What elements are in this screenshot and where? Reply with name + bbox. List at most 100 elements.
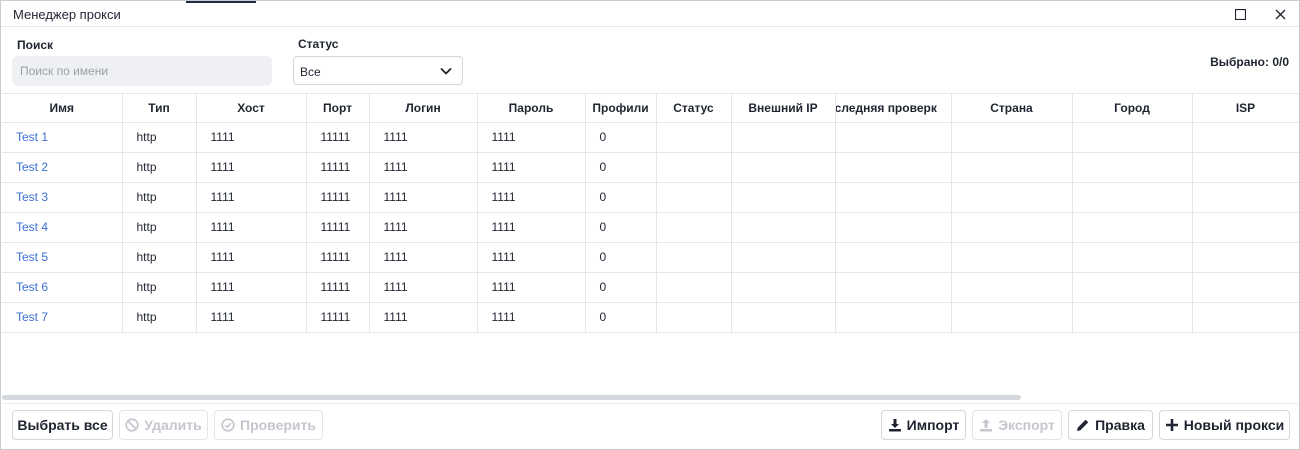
cell-type: http [122,122,197,153]
import-button[interactable]: Импорт [881,410,966,440]
cell-external-ip [731,242,836,273]
search-input[interactable] [12,56,272,86]
close-button[interactable] [1271,5,1289,23]
table-row[interactable]: Test 1 http 1111 11111 1111 1111 0 [2,122,1299,153]
cell-password: 1111 [477,152,586,183]
cell-port: 11111 [306,302,370,333]
title-bar: Менеджер прокси [1,1,1299,27]
edit-label: Правка [1095,417,1145,433]
column-header-status[interactable]: Статус [656,94,732,123]
column-header-host[interactable]: Хост [196,94,307,123]
cell-city [1072,212,1193,243]
horizontal-scrollbar[interactable] [2,395,1021,400]
cell-country [951,152,1073,183]
cell-external-ip [731,302,836,333]
proxy-table-container: Имя Тип Хост Порт Логин Пароль Профили С… [2,93,1299,401]
table-row[interactable]: Test 4 http 1111 11111 1111 1111 0 [2,212,1299,243]
delete-button[interactable]: Удалить [119,410,208,440]
cell-type: http [122,152,197,183]
cell-login: 1111 [369,242,478,273]
cell-password: 1111 [477,242,586,273]
cell-port: 11111 [306,242,370,273]
cell-city [1072,182,1193,213]
cell-country [951,272,1073,303]
cell-country [951,242,1073,273]
check-button[interactable]: Проверить [214,410,323,440]
export-button[interactable]: Экспорт [972,410,1062,440]
cell-host: 1111 [196,272,307,303]
cell-name[interactable]: Test 3 [2,182,123,213]
pencil-icon [1077,419,1089,431]
cell-country [951,302,1073,333]
cell-profiles: 0 [585,212,657,243]
cell-name[interactable]: Test 1 [2,122,123,153]
cell-external-ip [731,152,836,183]
status-select[interactable]: Все [293,56,463,85]
column-header-city[interactable]: Город [1072,94,1193,123]
column-header-port[interactable]: Порт [306,94,370,123]
maximize-button[interactable] [1231,5,1249,23]
cell-port: 11111 [306,212,370,243]
edit-button[interactable]: Правка [1068,410,1153,440]
cell-status [656,122,732,153]
cell-isp [1192,272,1299,303]
column-header-profiles[interactable]: Профили [585,94,657,123]
table-row[interactable]: Test 6 http 1111 11111 1111 1111 0 [2,272,1299,303]
cell-password: 1111 [477,122,586,153]
cell-password: 1111 [477,212,586,243]
cell-name[interactable]: Test 7 [2,302,123,333]
column-header-country[interactable]: Страна [951,94,1073,123]
column-header-type[interactable]: Тип [122,94,197,123]
column-header-isp[interactable]: ISP [1192,94,1299,123]
cell-profiles: 0 [585,272,657,303]
export-label: Экспорт [998,417,1055,433]
table-row[interactable]: Test 7 http 1111 11111 1111 1111 0 [2,302,1299,333]
status-label: Статус [298,37,339,51]
cell-profiles: 0 [585,182,657,213]
delete-label: Удалить [144,417,202,433]
cell-status [656,302,732,333]
column-header-login[interactable]: Логин [369,94,478,123]
cell-name[interactable]: Test 6 [2,272,123,303]
cell-status [656,242,732,273]
cell-login: 1111 [369,122,478,153]
cell-port: 11111 [306,182,370,213]
column-header-external-ip[interactable]: Внешний IP [731,94,836,123]
cell-city [1072,302,1193,333]
cell-external-ip [731,212,836,243]
cell-name[interactable]: Test 4 [2,212,123,243]
column-header-name[interactable]: Имя [2,94,123,123]
cell-profiles: 0 [585,242,657,273]
column-header-last-check[interactable]: оследняя проверк [835,94,952,123]
cell-host: 1111 [196,122,307,153]
cell-status [656,272,732,303]
cell-name[interactable]: Test 2 [2,152,123,183]
cell-login: 1111 [369,302,478,333]
maximize-icon [1234,8,1246,20]
cell-external-ip [731,272,836,303]
select-all-button[interactable]: Выбрать все [12,410,113,440]
cell-external-ip [731,182,836,213]
cell-country [951,122,1073,153]
cell-host: 1111 [196,152,307,183]
table-header-row: Имя Тип Хост Порт Логин Пароль Профили С… [2,94,1299,123]
close-icon [1275,9,1285,19]
cell-name[interactable]: Test 5 [2,242,123,273]
import-label: Импорт [906,417,960,433]
cell-type: http [122,242,197,273]
cell-last-check [835,242,952,273]
table-row[interactable]: Test 2 http 1111 11111 1111 1111 0 [2,152,1299,183]
cell-password: 1111 [477,302,586,333]
search-field[interactable] [12,56,272,86]
cell-last-check [835,122,952,153]
table-row[interactable]: Test 5 http 1111 11111 1111 1111 0 [2,242,1299,273]
cell-port: 11111 [306,122,370,153]
table-row[interactable]: Test 3 http 1111 11111 1111 1111 0 [2,182,1299,213]
column-header-password[interactable]: Пароль [477,94,586,123]
cell-city [1072,242,1193,273]
new-proxy-button[interactable]: Новый прокси [1159,410,1290,440]
cell-profiles: 0 [585,302,657,333]
download-icon [888,419,901,432]
cell-status [656,212,732,243]
cell-isp [1192,212,1299,243]
